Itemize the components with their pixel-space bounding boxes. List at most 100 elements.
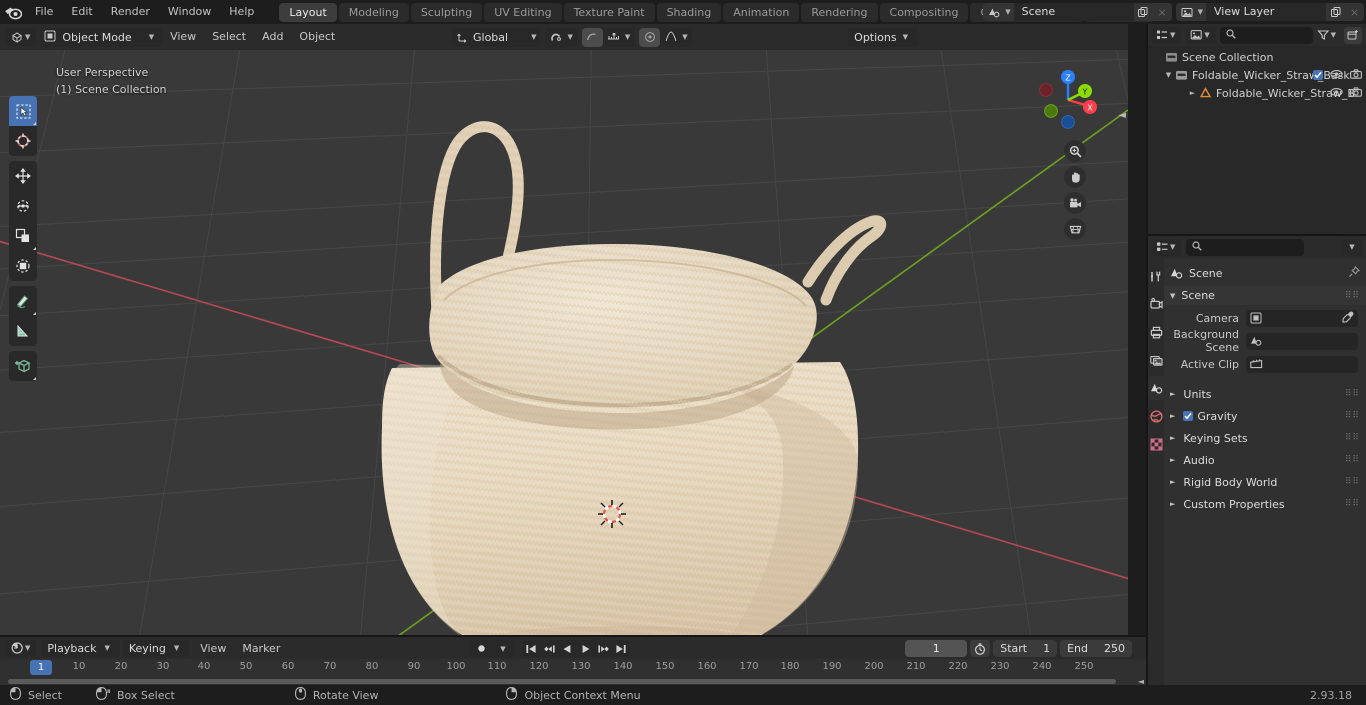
panel-rigid-body-world[interactable]: ► Rigid Body World ⠿⠿: [1164, 472, 1366, 492]
snap-controls[interactable]: ▼: [545, 27, 577, 47]
properties-tab-view-layer[interactable]: [1148, 352, 1164, 368]
menu-render[interactable]: Render: [102, 3, 159, 21]
outliner-search-input[interactable]: [1239, 29, 1307, 41]
timeline-scrollbar-area[interactable]: [0, 678, 1148, 685]
menu-window[interactable]: Window: [159, 3, 220, 21]
camera-icon[interactable]: [1350, 86, 1362, 100]
tool-cursor[interactable]: [9, 126, 37, 156]
timeline-editor-type[interactable]: ▼: [6, 639, 37, 657]
workspace-tab-uv-editing[interactable]: UV Editing: [484, 2, 562, 22]
eyedropper-icon[interactable]: [1342, 311, 1354, 326]
play-reverse-icon[interactable]: [558, 640, 576, 657]
viewport-canvas[interactable]: User Perspective (1) Scene Collection Z …: [0, 50, 1128, 637]
expand-triangle[interactable]: ►: [1170, 434, 1175, 442]
workspace-tab-shading[interactable]: Shading: [656, 2, 722, 22]
jump-to-end-icon[interactable]: [612, 640, 630, 657]
camera-view-icon[interactable]: [1064, 192, 1086, 214]
properties-tab-scene[interactable]: [1148, 376, 1164, 400]
properties-tab-output[interactable]: [1148, 324, 1164, 340]
panel-drag-dots[interactable]: ⠿⠿: [1345, 291, 1360, 301]
falloff-curve-icon[interactable]: [660, 28, 681, 47]
jump-to-start-icon[interactable]: [522, 640, 540, 657]
magnet-icon[interactable]: [545, 28, 566, 47]
timeline-menu-marker[interactable]: Marker: [234, 640, 288, 657]
play-icon[interactable]: [576, 640, 594, 657]
camera-icon[interactable]: [1350, 68, 1362, 82]
blender-logo-icon[interactable]: [0, 0, 26, 24]
collection-checkbox[interactable]: [1313, 70, 1323, 80]
properties-options-button[interactable]: ▼: [1342, 238, 1362, 256]
jump-prev-keyframe-icon[interactable]: [540, 640, 558, 657]
proportional-editing-controls[interactable]: ▼: [581, 27, 635, 47]
scene-selector[interactable]: ▼ Scene ×: [983, 3, 1172, 21]
outliner-filter-button[interactable]: ▼: [1316, 29, 1340, 41]
tool-expand-corner[interactable]: [33, 247, 36, 250]
properties-search-input[interactable]: [1206, 241, 1299, 253]
timeline-menu-view[interactable]: View: [192, 640, 234, 657]
viewport-menu-select[interactable]: Select: [204, 28, 254, 46]
background-scene-field[interactable]: [1246, 332, 1358, 350]
expand-triangle[interactable]: ►: [1170, 456, 1175, 464]
properties-tab-world[interactable]: [1148, 408, 1164, 424]
outliner-row-scene-collection[interactable]: Scene Collection: [1148, 48, 1366, 66]
eye-icon[interactable]: [1330, 69, 1343, 82]
panel-drag-dots[interactable]: ⠿⠿: [1345, 389, 1360, 399]
eye-icon[interactable]: [1330, 87, 1343, 100]
timeline-ruler[interactable]: 1 10 20 30 40 50 60 70 80 90 100 110 120…: [0, 659, 1148, 678]
outliner-row-collection[interactable]: ▼ Foldable_Wicker_Straw_Bask: [1148, 66, 1366, 84]
panel-custom-properties[interactable]: ► Custom Properties ⠿⠿: [1164, 494, 1366, 514]
viewport-menu-add[interactable]: Add: [254, 28, 291, 46]
tool-transform[interactable]: [9, 251, 37, 281]
chevron-down-icon[interactable]: ▼: [624, 33, 634, 41]
interaction-mode-selector[interactable]: Object Mode ▼: [40, 27, 163, 47]
panel-drag-dots[interactable]: ⠿⠿: [1345, 477, 1360, 487]
workspace-tab-sculpting[interactable]: Sculpting: [410, 2, 483, 22]
properties-search[interactable]: [1186, 238, 1305, 256]
unlink-scene-button[interactable]: ×: [1152, 3, 1172, 21]
camera-field[interactable]: [1246, 309, 1358, 327]
tool-annotate[interactable]: [9, 286, 37, 316]
proportional-falloff-controls[interactable]: ▼: [639, 27, 692, 47]
proportional-editing-icon[interactable]: [581, 27, 603, 47]
panel-units[interactable]: ► Units ⠿⠿: [1164, 384, 1366, 404]
active-clip-field[interactable]: [1246, 355, 1358, 373]
timeline-menu-playback[interactable]: Playback ▼: [41, 639, 120, 657]
panel-drag-dots[interactable]: ⠿⠿: [1345, 455, 1360, 465]
viewport-menu-view[interactable]: View: [162, 28, 204, 46]
viewlayer-selector[interactable]: ▼ View Layer ×: [1175, 3, 1364, 21]
tool-expand-corner[interactable]: [33, 122, 36, 125]
panel-drag-dots[interactable]: ⠿⠿: [1345, 499, 1360, 509]
outliner-editor-type[interactable]: ▼: [1152, 26, 1182, 44]
panel-audio[interactable]: ► Audio ⠿⠿: [1164, 450, 1366, 470]
outliner-search[interactable]: [1219, 26, 1313, 44]
menu-file[interactable]: File: [26, 3, 62, 21]
gravity-checkbox[interactable]: [1183, 411, 1194, 421]
menu-edit[interactable]: Edit: [62, 3, 101, 21]
workspace-tab-rendering[interactable]: Rendering: [801, 2, 878, 22]
toggle-perspective-icon[interactable]: [1064, 218, 1086, 240]
tool-expand-corner[interactable]: [33, 377, 36, 380]
expand-triangle[interactable]: ►: [1170, 390, 1175, 398]
menu-help[interactable]: Help: [220, 3, 263, 21]
viewport-menu-object[interactable]: Object: [291, 28, 343, 46]
editor-split-right[interactable]: [1148, 234, 1366, 236]
transform-orientation-selector[interactable]: Global ▼: [452, 27, 541, 47]
outliner-new-collection-button[interactable]: [1344, 26, 1362, 44]
tool-scale[interactable]: [9, 221, 37, 251]
playhead[interactable]: 1: [30, 660, 52, 675]
end-frame-field[interactable]: End 250: [1060, 640, 1132, 657]
proportional-falloff-icon[interactable]: [639, 27, 661, 47]
tool-add-cube[interactable]: [9, 351, 37, 381]
new-viewlayer-button[interactable]: [1326, 3, 1345, 21]
chevron-down-icon[interactable]: ▼: [492, 640, 514, 657]
timeline-menu-keying[interactable]: Keying ▼: [122, 639, 190, 657]
new-scene-button[interactable]: [1133, 3, 1153, 21]
editor-split-vertical[interactable]: [1146, 24, 1148, 685]
properties-tab-texture[interactable]: [1148, 436, 1164, 452]
editor-type-selector[interactable]: ▼: [6, 28, 37, 46]
zoom-icon[interactable]: [1064, 140, 1086, 162]
snap-increment-icon[interactable]: [603, 28, 624, 47]
workspace-tab-compositing[interactable]: Compositing: [879, 2, 969, 22]
expand-triangle[interactable]: ►: [1170, 500, 1175, 508]
tool-rotate[interactable]: [9, 191, 37, 221]
